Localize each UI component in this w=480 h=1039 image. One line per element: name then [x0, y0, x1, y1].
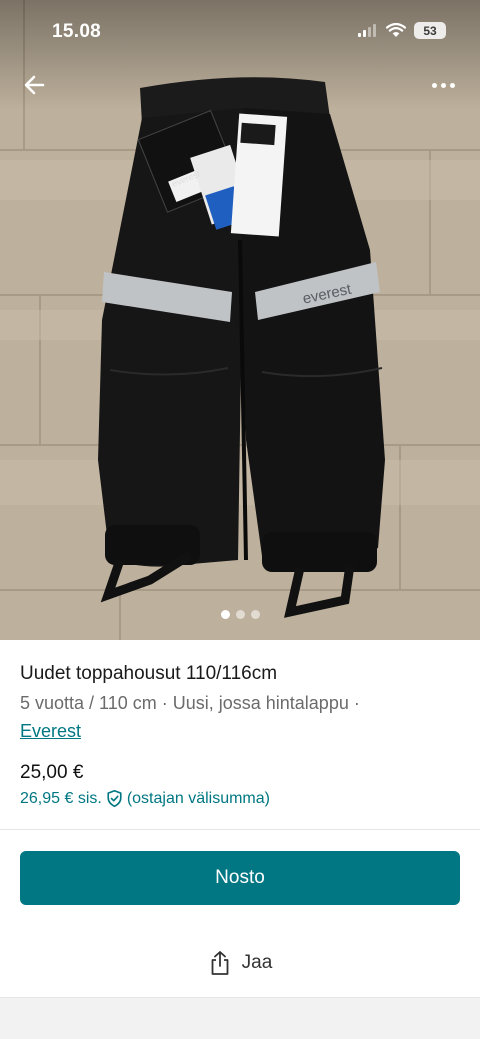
product-image: everest everest	[0, 0, 480, 640]
brand-link[interactable]: Everest	[20, 717, 460, 745]
gallery-pagination	[0, 610, 480, 619]
gallery-dot[interactable]	[250, 610, 260, 619]
share-label: Jaa	[241, 952, 273, 973]
back-button[interactable]	[18, 68, 52, 102]
total-note: (ostajan välisumma)	[126, 789, 270, 807]
shield-check-icon	[107, 789, 122, 808]
signal-icon	[358, 24, 376, 37]
more-horizontal-icon	[431, 82, 437, 88]
item-details: Uudet toppahousut 110/116cm 5 vuotta / 1…	[20, 660, 460, 745]
status-bar: 15.08 53	[0, 0, 480, 62]
bump-button[interactable]: Nosto	[20, 851, 460, 905]
status-icons: 53	[358, 22, 446, 39]
divider	[0, 829, 480, 830]
item-price: 25,00 €	[20, 762, 84, 783]
wifi-icon	[386, 23, 406, 37]
bottom-band	[0, 997, 480, 1039]
gallery-dot[interactable]	[220, 610, 230, 619]
status-time: 15.08	[52, 21, 102, 42]
share-icon	[211, 951, 229, 975]
arrow-left-icon	[24, 75, 45, 95]
gallery-dot[interactable]	[235, 610, 245, 619]
item-title: Uudet toppahousut 110/116cm	[20, 663, 278, 684]
share-button[interactable]: Jaa	[0, 940, 480, 986]
buyer-total[interactable]: 26,95 € sis. (ostajan välisumma)	[20, 789, 270, 808]
more-options-button[interactable]	[426, 70, 460, 100]
battery-indicator: 53	[414, 22, 446, 39]
total-price: 26,95 € sis.	[20, 789, 102, 807]
item-meta: 5 vuotta / 110 cm · Uusi, jossa hintalap…	[20, 693, 360, 713]
product-photo[interactable]: everest everest 15.08 53	[0, 0, 480, 640]
